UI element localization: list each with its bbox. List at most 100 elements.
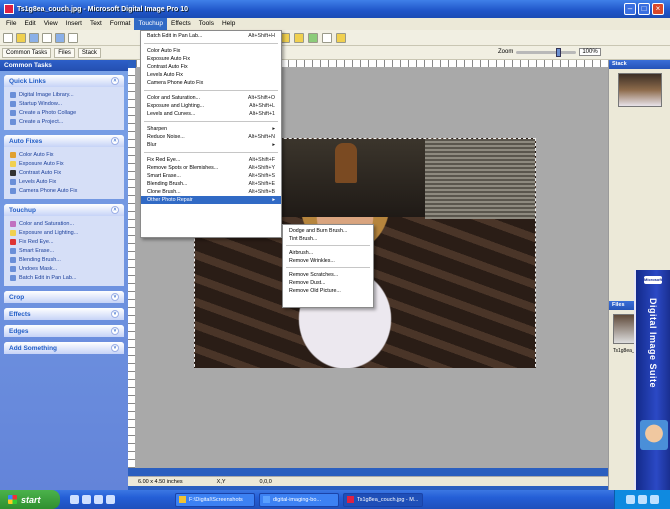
photo-window-blinds — [425, 139, 535, 219]
start-button[interactable]: start — [0, 490, 60, 509]
mail-icon[interactable] — [106, 495, 115, 504]
menu-item-dodge-burn[interactable]: Dodge and Burn Brush... — [283, 227, 373, 235]
collapse-icon[interactable]: ˄ — [111, 206, 119, 214]
menu-item-airbrush[interactable]: Airbrush... — [283, 249, 373, 257]
taskbar-button[interactable]: F:\Digital\Screenshots — [175, 492, 255, 507]
desktop-icon[interactable] — [82, 495, 91, 504]
new-file-icon[interactable] — [3, 32, 13, 43]
zoom-value[interactable]: 100% — [579, 48, 601, 56]
menu-item-smart-erase[interactable]: Smart Erase... Alt+Shift+S — [141, 172, 281, 180]
menu-item-other-photo-repair[interactable]: Other Photo Repair ▸ — [141, 196, 281, 204]
crop-icon[interactable] — [322, 32, 332, 43]
pan-icon[interactable] — [336, 32, 346, 43]
cut-icon[interactable] — [68, 32, 78, 43]
stack-thumbnail[interactable] — [617, 73, 662, 107]
save-icon[interactable] — [29, 32, 39, 43]
menu-insert[interactable]: Insert — [62, 18, 86, 30]
group-effects: Effects ˅ — [4, 308, 124, 320]
rotate-icon[interactable] — [308, 32, 318, 43]
task-link[interactable]: Levels Auto Fix — [10, 177, 120, 186]
saturation-icon — [10, 220, 16, 227]
expand-icon[interactable]: ˅ — [111, 310, 119, 318]
tray-icon[interactable] — [650, 495, 659, 504]
task-link[interactable]: Exposure and Lighting... — [10, 228, 120, 237]
menu-item-camera-phone-auto-fix[interactable]: Camera Phone Auto Fix — [141, 79, 281, 87]
menu-effects[interactable]: Effects — [167, 18, 195, 30]
task-link[interactable]: Startup Window... — [10, 99, 120, 108]
group-header[interactable]: Edges ˅ — [4, 325, 124, 337]
collapse-icon[interactable]: ˄ — [111, 77, 119, 85]
task-link[interactable]: Create a Photo Collage — [10, 108, 120, 117]
menu-item-sharpen[interactable]: Sharpen ▸ — [141, 125, 281, 133]
menu-item-reduce-noise[interactable]: Reduce Noise... Alt+Shift+N — [141, 133, 281, 141]
menu-edit[interactable]: Edit — [20, 18, 39, 30]
menu-file[interactable]: File — [2, 18, 20, 30]
menu-item-remove-old-picture[interactable]: Remove Old Picture... — [283, 287, 373, 295]
menu-item-exposure-auto-fix[interactable]: Exposure Auto Fix — [141, 55, 281, 63]
menu-item-blending-brush[interactable]: Blending Brush... Alt+Shift+E — [141, 180, 281, 188]
expand-icon[interactable]: ˅ — [111, 327, 119, 335]
menu-item-remove-scratches[interactable]: Remove Scratches... — [283, 271, 373, 279]
group-header[interactable]: Auto Fixes ˄ — [4, 135, 124, 147]
task-link[interactable]: Smart Erase... — [10, 246, 120, 255]
files-button[interactable]: Files — [54, 47, 75, 58]
menu-item-fix-red-eye[interactable]: Fix Red Eye... Alt+Shift+F — [141, 156, 281, 164]
menu-help[interactable]: Help — [218, 18, 239, 30]
menu-item-color-auto-fix[interactable]: Color Auto Fix — [141, 47, 281, 55]
menu-item-batch-edit[interactable]: Batch Edit in Pan Lab... Alt+Shift+H — [141, 32, 281, 40]
expand-icon[interactable]: ˅ — [111, 293, 119, 301]
zoom-slider[interactable] — [516, 47, 577, 57]
task-link[interactable]: Create a Project... — [10, 117, 120, 126]
menu-item-levels-curves[interactable]: Levels and Curves... Alt+Shift+1 — [141, 110, 281, 118]
stack-button[interactable]: Stack — [77, 47, 101, 58]
task-link[interactable]: Color and Saturation... — [10, 219, 120, 228]
zoom-slider-knob[interactable] — [556, 47, 562, 57]
menu-view[interactable]: View — [40, 18, 62, 30]
menu-item-levels-auto-fix[interactable]: Levels Auto Fix — [141, 71, 281, 79]
group-header[interactable]: Touchup ˄ — [4, 204, 124, 216]
task-link[interactable]: Batch Edit in Pan Lab... — [10, 273, 120, 282]
close-button[interactable]: × — [652, 3, 664, 15]
group-header[interactable]: Add Something ˅ — [4, 342, 124, 354]
menu-item-blur[interactable]: Blur ▸ — [141, 141, 281, 149]
menu-item-tint-brush[interactable]: Tint Brush... — [283, 235, 373, 243]
print-icon[interactable] — [42, 32, 52, 43]
task-link[interactable]: Fix Red Eye... — [10, 237, 120, 246]
tray-icon[interactable] — [638, 495, 647, 504]
menu-item-exposure-lighting[interactable]: Exposure and Lighting... Alt+Shift+L — [141, 102, 281, 110]
tray-icon[interactable] — [626, 495, 635, 504]
redo-icon[interactable] — [294, 32, 304, 43]
menu-item-remove-spots[interactable]: Remove Spots or Blemishes... Alt+Shift+Y — [141, 164, 281, 172]
task-link[interactable]: Color Auto Fix — [10, 150, 120, 159]
task-link[interactable]: Digital Image Library... — [10, 90, 120, 99]
group-header[interactable]: Quick Links ˄ — [4, 75, 124, 87]
media-icon[interactable] — [94, 495, 103, 504]
menu-item-color-saturation[interactable]: Color and Saturation... Alt+Shift+O — [141, 94, 281, 102]
collapse-icon[interactable]: ˄ — [111, 137, 119, 145]
expand-icon[interactable]: ˅ — [111, 344, 119, 352]
email-icon[interactable] — [55, 32, 65, 43]
menu-item-remove-wrinkles[interactable]: Remove Wrinkles... — [283, 257, 373, 265]
group-header[interactable]: Crop ˅ — [4, 291, 124, 303]
menu-tools[interactable]: Tools — [195, 18, 218, 30]
minimize-button[interactable]: – — [624, 3, 636, 15]
open-folder-icon[interactable] — [16, 32, 26, 43]
menu-format[interactable]: Format — [106, 18, 135, 30]
task-link[interactable]: Undoes Mask... — [10, 264, 120, 273]
task-link[interactable]: Camera Phone Auto Fix — [10, 186, 120, 195]
taskbar-button-active[interactable]: Ts1g8ea_couch.jpg - M... — [343, 492, 423, 507]
browser-icon[interactable] — [70, 495, 79, 504]
task-link[interactable]: Exposure Auto Fix — [10, 159, 120, 168]
menu-item-remove-dust[interactable]: Remove Dust... — [283, 279, 373, 287]
group-header[interactable]: Effects ˅ — [4, 308, 124, 320]
menu-text[interactable]: Text — [86, 18, 106, 30]
maximize-button[interactable]: □ — [638, 3, 650, 15]
menu-item-clone-brush[interactable]: Clone Brush... Alt+Shift+B — [141, 188, 281, 196]
taskbar-button[interactable]: digital-imaging-bo... — [259, 492, 339, 507]
task-link[interactable]: Blending Brush... — [10, 255, 120, 264]
task-link[interactable]: Contrast Auto Fix — [10, 168, 120, 177]
menu-item-contrast-auto-fix[interactable]: Contrast Auto Fix — [141, 63, 281, 71]
menu-touchup[interactable]: Touchup — [134, 18, 168, 30]
common-tasks-button[interactable]: Common Tasks — [2, 47, 52, 58]
workspace-canvas-lower[interactable] — [136, 368, 608, 468]
